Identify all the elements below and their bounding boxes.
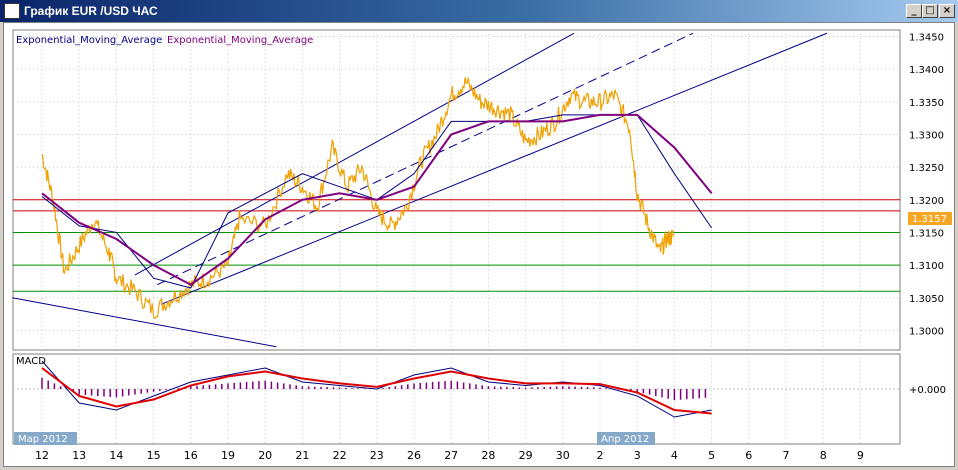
month-label-mar: Мар 2012 (18, 434, 68, 445)
time-axis: 12 13 14 15 16 19 20 21 22 23 26 27 28 29 30 2 3 4 5 6 7 8 9 (35, 449, 864, 462)
chart-app-icon (4, 3, 20, 19)
macd-label: MACD (16, 356, 46, 367)
day-label: 20 (258, 449, 272, 462)
day-label: 26 (407, 449, 421, 462)
main-panel-frame (12, 29, 901, 351)
ema-label-1: Exponential_Moving_Average (16, 35, 162, 46)
day-label: 27 (444, 449, 458, 462)
ema-label-2: Exponential_Moving_Average (167, 35, 313, 46)
day-label: 19 (221, 449, 235, 462)
price-tick: 1.3200 (909, 196, 944, 207)
price-tick: 1.3350 (909, 98, 944, 109)
price-tick: 1.3000 (909, 326, 944, 337)
price-tick: 1.3050 (909, 294, 944, 305)
minimize-button[interactable]: _ (906, 4, 922, 18)
price-tick: 1.3450 (909, 33, 944, 44)
price-chart[interactable]: Exponential_Moving_Average Exponential_M… (4, 23, 954, 466)
day-label: 16 (184, 449, 198, 462)
macd-zero-label: +0.000 (909, 385, 946, 396)
day-label: 5 (708, 449, 715, 462)
price-tick: 1.3100 (909, 261, 944, 272)
day-label: 28 (481, 449, 495, 462)
window-titlebar[interactable]: График EUR /USD ЧАС _ □ × (0, 0, 958, 22)
day-label: 15 (147, 449, 161, 462)
price-axis: 1.3450 1.3400 1.3350 1.3300 1.3250 1.3200 1.31… (909, 33, 944, 338)
current-price-label: 1.3157 (912, 214, 947, 225)
price-tick: 1.3400 (909, 65, 944, 76)
price-tick: 1.3150 (909, 228, 944, 239)
day-label: 29 (519, 449, 533, 462)
day-label: 3 (634, 449, 641, 462)
day-label: 23 (370, 449, 384, 462)
day-label: 9 (857, 449, 864, 462)
day-label: 7 (783, 449, 790, 462)
day-label: 22 (333, 449, 347, 462)
day-label: 13 (72, 449, 86, 462)
day-label: 4 (671, 449, 678, 462)
price-tick: 1.3250 (909, 163, 944, 174)
day-label: 12 (35, 449, 49, 462)
window-title: График EUR /USD ЧАС (24, 4, 158, 18)
day-label: 21 (295, 449, 309, 462)
day-label: 14 (109, 449, 123, 462)
day-label: 2 (597, 449, 604, 462)
price-tick: 1.3300 (909, 130, 944, 141)
month-label-apr: Апр 2012 (601, 434, 649, 445)
day-label: 30 (556, 449, 570, 462)
day-label: 6 (745, 449, 752, 462)
chart-window-client: Exponential_Moving_Average Exponential_M… (3, 22, 955, 467)
day-label: 8 (820, 449, 827, 462)
close-button[interactable]: × (939, 4, 955, 18)
maximize-button[interactable]: □ (922, 4, 938, 18)
